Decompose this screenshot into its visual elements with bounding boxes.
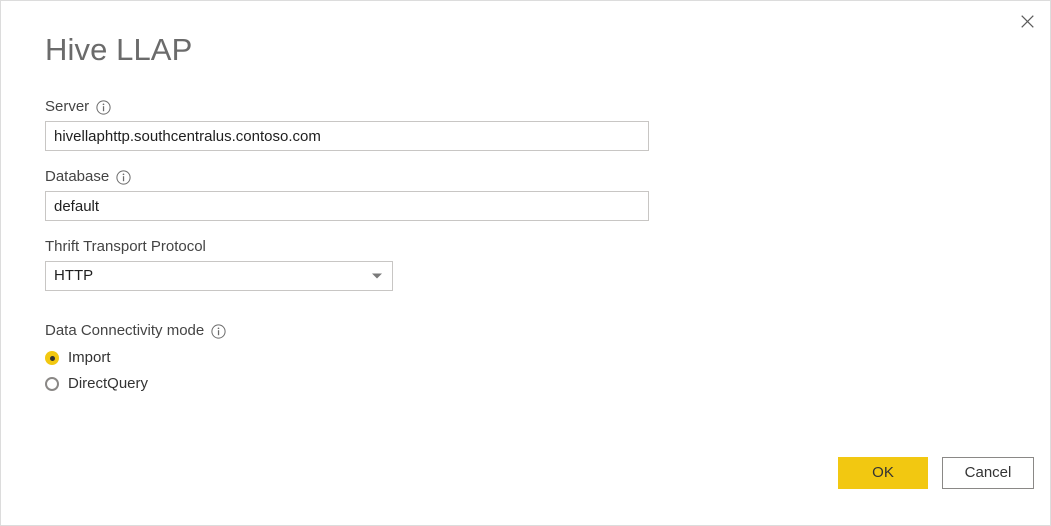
info-icon[interactable]	[116, 169, 131, 185]
thrift-protocol-dropdown[interactable]: HTTP	[45, 261, 393, 291]
radio-unselected-icon	[45, 377, 59, 391]
ok-button[interactable]: OK	[838, 457, 928, 489]
info-icon[interactable]	[211, 323, 226, 339]
connectivity-mode-label: Data Connectivity mode	[45, 322, 205, 339]
database-label: Database	[45, 168, 110, 185]
server-input[interactable]	[45, 121, 649, 151]
server-label-row: Server	[45, 97, 665, 117]
connection-form: Server Database	[45, 97, 665, 397]
thrift-protocol-value: HTTP	[54, 267, 94, 284]
page-title: Hive LLAP	[45, 32, 193, 67]
radio-selected-icon	[45, 351, 59, 365]
dialog-footer: OK Cancel	[838, 457, 1034, 489]
close-button[interactable]	[1012, 7, 1042, 35]
hive-llap-dialog: Hive LLAP Server Database	[0, 0, 1051, 526]
thrift-protocol-label: Thrift Transport Protocol	[45, 238, 206, 255]
close-icon	[1020, 14, 1034, 28]
info-icon[interactable]	[96, 99, 111, 115]
database-label-row: Database	[45, 167, 665, 187]
cancel-button[interactable]: Cancel	[942, 457, 1034, 489]
radio-directquery[interactable]: DirectQuery	[45, 371, 665, 397]
database-input[interactable]	[45, 191, 649, 221]
thrift-protocol-label-row: Thrift Transport Protocol	[45, 237, 665, 257]
server-label: Server	[45, 98, 90, 115]
radio-import[interactable]: Import	[45, 345, 665, 371]
chevron-down-icon	[372, 273, 382, 279]
connectivity-mode-label-row: Data Connectivity mode	[45, 321, 665, 341]
radio-import-label: Import	[68, 349, 111, 366]
connectivity-mode-radio-group: Import DirectQuery	[45, 345, 665, 397]
radio-directquery-label: DirectQuery	[68, 375, 149, 392]
